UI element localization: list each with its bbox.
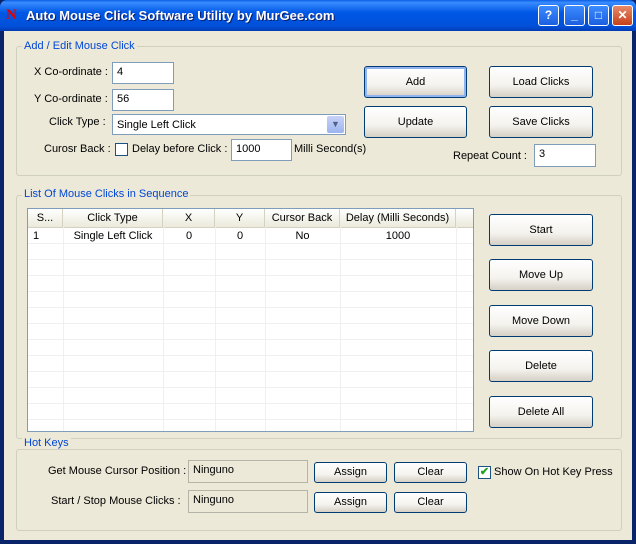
click-type-value: Single Left Click: [117, 119, 196, 131]
row-y: 0: [215, 228, 265, 244]
row-delay: 1000: [340, 228, 456, 244]
minimize-icon[interactable]: _: [564, 5, 585, 26]
add-edit-group-title: Add / Edit Mouse Click: [22, 40, 137, 52]
start-button[interactable]: Start: [489, 214, 593, 246]
help-icon[interactable]: ?: [538, 5, 559, 26]
row-click-type: Single Left Click: [63, 228, 163, 244]
load-clicks-button[interactable]: Load Clicks: [489, 66, 593, 98]
delay-before-click-checkbox[interactable]: [115, 143, 128, 156]
click-list-group-title: List Of Mouse Clicks in Sequence: [22, 188, 190, 200]
clear-start-stop-button[interactable]: Clear: [394, 492, 467, 513]
click-type-select[interactable]: Single Left Click ▼: [112, 114, 346, 135]
delay-before-click-label: Delay before Click :: [132, 143, 227, 155]
row-serial: 1: [28, 228, 63, 244]
show-on-hotkey-label: Show On Hot Key Press: [494, 466, 613, 478]
repeat-count-label: Repeat Count :: [453, 150, 527, 162]
maximize-icon[interactable]: □: [588, 5, 609, 26]
show-on-hotkey-checkbox[interactable]: ✔: [478, 466, 491, 479]
column-header-cursor-back[interactable]: Cursor Back: [265, 209, 340, 227]
title-bar[interactable]: N Auto Mouse Click Software Utility by M…: [0, 0, 636, 31]
column-header-delay[interactable]: Delay (Milli Seconds): [340, 209, 456, 227]
assign-get-position-button[interactable]: Assign: [314, 462, 387, 483]
x-coordinate-label: X Co-ordinate :: [34, 66, 108, 78]
cursor-back-label: Curosr Back :: [44, 143, 111, 155]
delete-button[interactable]: Delete: [489, 350, 593, 382]
delay-field[interactable]: 1000: [231, 139, 292, 161]
get-position-hotkey-field[interactable]: Ninguno: [188, 460, 308, 483]
app-logo-icon: N: [6, 8, 20, 22]
column-header-serial[interactable]: S...: [28, 209, 63, 227]
update-button[interactable]: Update: [364, 106, 467, 138]
row-cursor-back: No: [265, 228, 340, 244]
column-header-click-type[interactable]: Click Type: [63, 209, 163, 227]
save-clicks-button[interactable]: Save Clicks: [489, 106, 593, 138]
assign-start-stop-button[interactable]: Assign: [314, 492, 387, 513]
close-icon[interactable]: ✕: [612, 5, 633, 26]
start-stop-hotkey-field[interactable]: Ninguno: [188, 490, 308, 513]
app-window: N Auto Mouse Click Software Utility by M…: [0, 0, 636, 544]
column-header-x[interactable]: X: [163, 209, 215, 227]
get-position-label: Get Mouse Cursor Position :: [48, 465, 186, 477]
column-header-y[interactable]: Y: [215, 209, 265, 227]
chevron-down-icon[interactable]: ▼: [327, 116, 344, 133]
start-stop-label: Start / Stop Mouse Clicks :: [51, 495, 181, 507]
row-x: 0: [163, 228, 215, 244]
x-coordinate-field[interactable]: 4: [112, 62, 174, 84]
repeat-count-field[interactable]: 3: [534, 144, 596, 167]
clear-get-position-button[interactable]: Clear: [394, 462, 467, 483]
y-coordinate-field[interactable]: 56: [112, 89, 174, 111]
move-down-button[interactable]: Move Down: [489, 305, 593, 337]
move-up-button[interactable]: Move Up: [489, 259, 593, 291]
hot-keys-group-title: Hot Keys: [22, 437, 71, 449]
click-type-label: Click Type :: [49, 116, 106, 128]
client-area: Add / Edit Mouse Click X Co-ordinate : 4…: [4, 31, 632, 540]
table-row[interactable]: 1 Single Left Click 0 0 No 1000: [28, 228, 473, 244]
window-title: Auto Mouse Click Software Utility by Mur…: [26, 8, 334, 23]
delay-unit-label: Milli Second(s): [294, 143, 366, 155]
clicks-list-view[interactable]: S... Click Type X Y Cursor Back Delay (M…: [27, 208, 474, 432]
y-coordinate-label: Y Co-ordinate :: [34, 93, 108, 105]
delete-all-button[interactable]: Delete All: [489, 396, 593, 428]
list-header: S... Click Type X Y Cursor Back Delay (M…: [28, 209, 473, 228]
add-button[interactable]: Add: [364, 66, 467, 98]
